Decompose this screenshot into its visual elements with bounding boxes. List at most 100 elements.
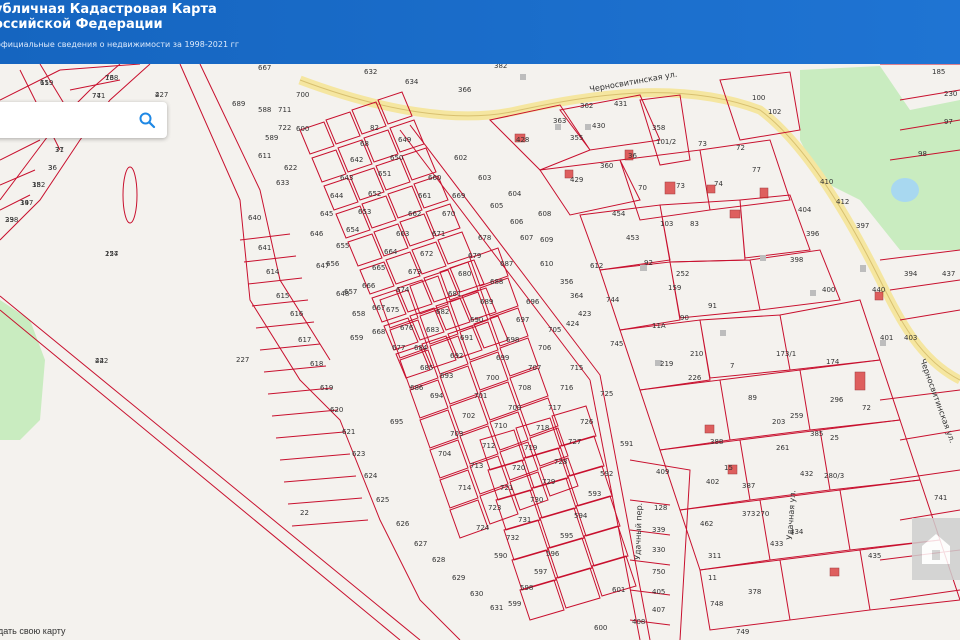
parcel-label: 709 (508, 404, 521, 412)
parcel-label: 633 (276, 179, 289, 187)
parcel-label: 620 (330, 406, 343, 414)
parcel-label: 619 (320, 384, 333, 392)
parcel-label: 592 (600, 470, 613, 478)
parcel-label: 173/1 (776, 350, 796, 358)
parcel-label: 718 (536, 424, 549, 432)
parcel-label: 612 (590, 262, 603, 270)
parcel-label: 364 (570, 292, 584, 300)
parcel-label: 689 (480, 298, 493, 306)
parcel-label: 632 (364, 68, 377, 76)
parcel-label: 676 (400, 324, 414, 332)
parcel-label: 653 (358, 208, 371, 216)
parcel-label: 378 (748, 588, 761, 596)
parcel-label: 428 (516, 136, 529, 144)
parcel-label: 363 (553, 117, 566, 125)
parcel-label: 646 (310, 230, 324, 238)
parcel-label: 706 (538, 344, 552, 352)
parcel-label: 634 (405, 78, 419, 86)
parcel-label: 723 (488, 504, 501, 512)
parcel-label: 750 (652, 568, 665, 576)
parcel-label: 259 (790, 412, 803, 420)
parcel-label: 394 (904, 270, 918, 278)
parcel-label: 600 (594, 624, 607, 632)
parcel-label: 651 (378, 170, 391, 178)
parcel-label: 4 (155, 91, 160, 99)
parcel-label: 615 (276, 292, 289, 300)
search-box[interactable] (0, 102, 167, 138)
parcel-label: 138 (105, 74, 118, 82)
parcel-label: 655 (336, 242, 349, 250)
parcel-label: 699 (496, 354, 509, 362)
parcel-label: 670 (442, 210, 455, 218)
parcel-label: 7 (730, 362, 734, 370)
parcel-label: 685 (420, 364, 433, 372)
parcel-label: 689 (232, 100, 245, 108)
parcel-label: 625 (376, 496, 389, 504)
parcel-label: 703 (450, 430, 463, 438)
parcel-label: 616 (290, 310, 304, 318)
create-map-link[interactable]: дать свою карту (0, 626, 65, 636)
parcel-label: 424 (566, 320, 580, 328)
parcel-label: 722 (278, 124, 291, 132)
parcel-label: 280/3 (824, 472, 844, 480)
parcel-label: 90 (680, 314, 689, 322)
parcel-label: 70 (638, 184, 647, 192)
parcel-label: 355 (570, 134, 583, 142)
parcel-label: 356 (560, 278, 574, 286)
parcel-label: 677 (392, 344, 405, 352)
parcel-label: 593 (588, 490, 601, 498)
cadastral-map[interactable]: 657677 227373635343322722 2272266768958870… (0, 0, 960, 640)
parcel-label: 385 (810, 430, 823, 438)
parcel-label: 261 (776, 444, 789, 452)
parcel-label: 435 (868, 552, 881, 560)
parcel-label: 698 (506, 336, 519, 344)
parcel-label: 700 (486, 374, 499, 382)
parcel-label: 252 (676, 270, 689, 278)
parcel-label: 362 (580, 102, 593, 110)
parcel-label: 400 (822, 286, 835, 294)
parcel-label: 650 (390, 154, 403, 162)
logo-watermark (912, 518, 960, 580)
parcel-label: 71 (55, 146, 64, 154)
parcel-label: 741 (92, 92, 105, 100)
parcel-label: 97 (944, 118, 953, 126)
parcel-label: 627 (414, 540, 427, 548)
parcel-label: 719 (524, 444, 537, 452)
parcel-label: 36 (628, 152, 637, 160)
parcel-label: 128 (654, 504, 667, 512)
parcel-label: 624 (364, 472, 378, 480)
parcel-label: 11А (652, 322, 666, 330)
parcel-label: 226 (688, 374, 702, 382)
parcel-label: 598 (520, 584, 533, 592)
parcel-label: 649 (398, 136, 411, 144)
parcel-label: 82 (370, 124, 379, 132)
parcel-label: 682 (436, 308, 449, 316)
parcel-label: 690 (470, 316, 483, 324)
parcel-label: 656 (326, 260, 340, 268)
parcel-label: 159 (668, 284, 681, 292)
parcel-label: 664 (384, 248, 398, 256)
parcel-label: 618 (310, 360, 323, 368)
parcel-label: 684 (414, 344, 428, 352)
parcel-label: 174 (826, 358, 840, 366)
parcel-label: 631 (490, 604, 503, 612)
parcel-label: 25 (830, 434, 839, 442)
parcel-label: 15 (724, 464, 733, 472)
parcel-label: 683 (426, 326, 439, 334)
parcel-label: 396 (806, 230, 820, 238)
parcel-label: 298 (5, 216, 18, 224)
parcel-label: 629 (452, 574, 465, 582)
parcel-label: 602 (454, 154, 467, 162)
search-icon[interactable] (138, 111, 156, 129)
parcel-label: 687 (500, 260, 513, 268)
parcel-label: 101/2 (656, 138, 676, 146)
parcel-label: 606 (510, 218, 524, 226)
parcel-label: 730 (530, 496, 543, 504)
parcel-label: 617 (298, 336, 311, 344)
parcel-label: 366 (458, 86, 472, 94)
parcel-label: 182 (32, 181, 45, 189)
parcel-label: 591 (620, 440, 633, 448)
parcel-label: 398 (790, 256, 803, 264)
parcel-label: 688 (490, 278, 503, 286)
parcel-label: 22 (300, 509, 309, 517)
